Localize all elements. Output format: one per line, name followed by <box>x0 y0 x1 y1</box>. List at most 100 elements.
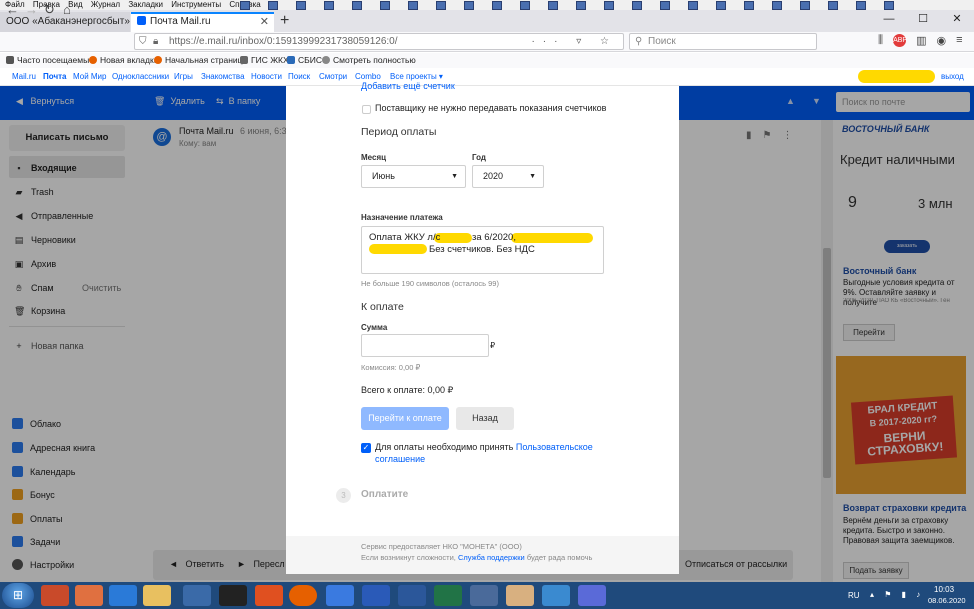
lock-icon[interactable]: 🔒︎ <box>153 34 158 49</box>
desktop-icon <box>576 0 586 10</box>
browser-search-input[interactable]: ⚲ Поиск <box>629 33 817 50</box>
bookmark-label: Часто посещаемые <box>17 55 94 65</box>
excel-icon[interactable] <box>434 585 462 606</box>
forward-arrow-icon[interactable]: → <box>25 1 38 19</box>
ie-icon[interactable] <box>109 585 137 606</box>
portal-link[interactable]: Поиск <box>288 68 310 86</box>
footer-provider: Сервис предоставляет НКО "МОНЕТА" (ООО) <box>361 542 522 551</box>
explorer-icon[interactable] <box>143 585 171 606</box>
library-icon[interactable]: ⫼ <box>878 34 883 47</box>
portal-link[interactable]: Мой Мир <box>73 68 106 86</box>
agree-label: Для оплаты необходимо принять <box>375 442 514 452</box>
redacted-name <box>369 244 427 254</box>
word-icon[interactable] <box>398 585 426 606</box>
toolbar-right: ⫼ ABP ▥ ◉ ≡ <box>878 34 963 47</box>
desktop-icon <box>324 0 334 10</box>
mail-favicon-icon <box>137 16 146 25</box>
bookmark-sbis[interactable]: СБИС <box>287 53 322 68</box>
portal-link[interactable]: Игры <box>174 68 193 86</box>
agreement-link[interactable]: Пользовательское <box>516 442 593 452</box>
portal-link[interactable]: Одноклассники <box>112 68 169 86</box>
sidebar-toggle-icon[interactable]: ▥ <box>916 34 926 47</box>
reload-icon[interactable]: ↻ <box>44 1 55 19</box>
new-tab-icon[interactable]: + <box>280 12 289 30</box>
gear-icon <box>6 56 14 64</box>
desktop-icon <box>268 0 278 10</box>
bookmark-gis[interactable]: ГИС ЖКХ <box>240 53 289 68</box>
page-actions-icons[interactable]: ··· ▿ ☆ <box>531 34 617 49</box>
account-icon[interactable]: ◉ <box>936 34 946 47</box>
menu-bookmarks[interactable]: Закладки <box>125 0 166 9</box>
taskbar-app-icon[interactable] <box>362 585 390 606</box>
firefox-icon[interactable] <box>289 585 317 606</box>
portal-link[interactable]: Смотри <box>319 68 347 86</box>
taskbar-app-icon[interactable] <box>470 585 498 606</box>
bookmark-start[interactable]: Начальная страница <box>154 53 247 68</box>
commission-text: Комиссия: 0,00 ₽ <box>361 363 421 372</box>
sum-input[interactable] <box>361 334 489 357</box>
taskbar-app-icon[interactable] <box>578 585 606 606</box>
portal-link[interactable]: Знакомства <box>201 68 245 86</box>
menu-icon[interactable]: ≡ <box>956 34 962 47</box>
taskbar-app-icon[interactable] <box>542 585 570 606</box>
agree-checkbox[interactable]: ✓ <box>361 443 371 453</box>
desktop-icon <box>688 0 698 10</box>
tray-icons[interactable]: ▴ ⚑ ▮ ♪ <box>870 590 924 599</box>
portal-link[interactable]: Новости <box>251 68 282 86</box>
desktop-icon <box>408 0 418 10</box>
taskbar-app-icon[interactable] <box>183 585 211 606</box>
window-controls: — ☐ ✕ <box>872 10 974 28</box>
language-indicator[interactable]: RU <box>848 591 860 600</box>
taskbar-app-icon[interactable] <box>41 585 69 606</box>
purpose-label: Назначение платежа <box>361 213 443 222</box>
logout-link[interactable]: выход <box>941 68 964 86</box>
back-button[interactable]: Назад <box>456 407 514 430</box>
tab-label: Почта Mail.ru <box>150 16 211 27</box>
bookmark-new-tab[interactable]: Новая вкладка <box>89 53 159 68</box>
taskbar-app-icon[interactable] <box>326 585 354 606</box>
no-counters-checkbox[interactable] <box>362 105 371 114</box>
payment-modal: Добавить ещё счетчик Поставщику не нужно… <box>286 81 679 574</box>
start-button[interactable]: ⊞ <box>2 583 34 608</box>
desktop-icon <box>380 0 390 10</box>
purpose-text-part2: за 6/2020, <box>472 232 516 243</box>
portal-link-mail[interactable]: Почта <box>43 68 66 86</box>
taskbar-app-icon[interactable] <box>255 585 283 606</box>
year-value: 2020 <box>483 171 504 181</box>
url-bar[interactable]: ⛉ 🔒︎ https://e.mail.ru/inbox/0:159139992… <box>134 33 624 50</box>
chevron-down-icon: ▼ <box>451 173 458 180</box>
desktop-icon <box>800 0 810 10</box>
agreement-link[interactable]: соглашение <box>375 454 425 464</box>
taskbar-app-icon[interactable] <box>75 585 103 606</box>
menu-tools[interactable]: Инструменты <box>168 0 224 9</box>
close-tab-icon[interactable]: ✕ <box>260 14 269 30</box>
close-window-icon[interactable]: ✕ <box>940 10 974 28</box>
portal-link[interactable]: Mail.ru <box>12 68 36 86</box>
proceed-payment-button[interactable]: Перейти к оплате <box>361 407 449 430</box>
maximize-icon[interactable]: ☐ <box>906 10 940 28</box>
footer-support: Если возникнут сложности, Служба поддерж… <box>361 553 592 562</box>
agree-text: Для оплаты необходимо принять Пользовате… <box>375 442 593 452</box>
year-select[interactable]: 2020 ▼ <box>472 165 544 188</box>
month-select[interactable]: Июнь ▼ <box>361 165 466 188</box>
add-counter-link[interactable]: Добавить ещё счетчик <box>361 81 455 91</box>
back-arrow-icon[interactable]: ← <box>6 1 19 19</box>
url-text: https://e.mail.ru/inbox/0:15913999231738… <box>169 36 398 47</box>
portal-bar: Mail.ru Почта Мой Мир Одноклассники Игры… <box>0 68 974 86</box>
taskbar-app-icon[interactable] <box>506 585 534 606</box>
sum-label: Сумма <box>361 323 388 332</box>
currency-sign: ₽ <box>490 341 496 350</box>
minimize-icon[interactable]: — <box>872 10 906 28</box>
support-link[interactable]: Служба поддержки <box>458 553 525 562</box>
bookmark-watch[interactable]: Смотреть полностью <box>322 53 416 68</box>
shield-icon[interactable]: ⛉ <box>139 34 147 49</box>
taskbar-app-icon[interactable] <box>219 585 247 606</box>
adblock-icon[interactable]: ABP <box>893 34 907 47</box>
clock-date: 08.06.2020 <box>928 596 966 605</box>
tab-mail[interactable]: Почта Mail.ru ✕ <box>131 12 274 32</box>
desktop-icon <box>352 0 362 10</box>
desktop-icon <box>716 0 726 10</box>
home-icon[interactable]: ⌂ <box>63 1 71 19</box>
bookmark-frequent[interactable]: Часто посещаемые <box>6 53 94 68</box>
menu-history[interactable]: Журнал <box>88 0 123 9</box>
